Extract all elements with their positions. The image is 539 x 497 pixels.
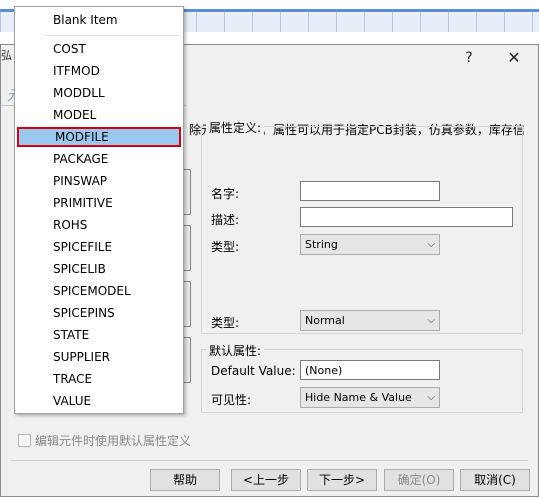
menu-separator: [45, 35, 179, 36]
checkbox-label: 编辑元件时使用默认属性定义: [35, 434, 192, 448]
next-button[interactable]: 下一步>: [307, 469, 377, 491]
menu-item-model[interactable]: MODEL: [17, 105, 181, 125]
menu-item-spicepins[interactable]: SPICEPINS: [17, 303, 181, 323]
menu-item-itfmod[interactable]: ITFMOD: [17, 61, 181, 81]
help-button[interactable]: 帮助: [150, 469, 220, 491]
menu-item-spicelib[interactable]: SPICELIB: [17, 259, 181, 279]
default-value-label: Default Value:: [211, 364, 296, 378]
menu-item-pinswap[interactable]: PINSWAP: [17, 171, 181, 191]
description-input[interactable]: [300, 207, 513, 227]
dialog-title-edge: 弘: [1, 49, 12, 62]
checkbox-box: [18, 434, 31, 447]
ok-button: 确定(O): [384, 469, 454, 491]
menu-item-spicemodel[interactable]: SPICEMODEL: [17, 281, 181, 301]
visibility-combo[interactable]: Hide Name & Value ⌵: [300, 387, 440, 408]
menu-item-cost[interactable]: COST: [17, 39, 181, 59]
button-divider: [11, 460, 528, 461]
left-list-button-3[interactable]: [183, 281, 191, 327]
visibility-combo-value: Hide Name & Value: [305, 391, 412, 404]
visibility-label: 可见性:: [211, 393, 252, 407]
description-label: 描述:: [211, 213, 240, 227]
menu-item-state[interactable]: STATE: [17, 325, 181, 345]
menu-item-primitive[interactable]: PRIMITIVE: [17, 193, 181, 213]
menu-item-value[interactable]: VALUE: [17, 391, 181, 411]
type-combo-value: String: [305, 238, 338, 251]
menu-item-package[interactable]: PACKAGE: [17, 149, 181, 169]
type2-combo-value: Normal: [305, 314, 345, 327]
menu-item-trace[interactable]: TRACE: [17, 369, 181, 389]
cancel-button[interactable]: 取消(C): [460, 469, 530, 491]
chevron-down-icon: ⌵: [427, 315, 435, 326]
left-list-button-2[interactable]: [183, 225, 191, 271]
name-input[interactable]: [300, 181, 440, 201]
menu-item-spicefile[interactable]: SPICEFILE: [17, 237, 181, 257]
chevron-down-icon: ⌵: [427, 239, 435, 250]
close-icon[interactable]: ✕: [494, 47, 534, 69]
attribute-definition-title: 属性定义:: [206, 119, 265, 136]
type2-label: 类型:: [211, 316, 240, 330]
attribute-definition-group: 属性定义:: [201, 119, 523, 334]
use-default-definition-checkbox[interactable]: 编辑元件时使用默认属性定义: [18, 432, 191, 449]
default-attribute-title: 默认属性:: [206, 342, 265, 359]
menu-item-modfile[interactable]: MODFILE: [17, 127, 181, 147]
menu-item-rohs[interactable]: ROHS: [17, 215, 181, 235]
menu-item-blank[interactable]: Blank Item: [17, 10, 181, 30]
type-label: 类型:: [211, 240, 240, 254]
help-title-button[interactable]: ?: [449, 47, 489, 69]
back-button[interactable]: <上一步: [231, 469, 301, 491]
default-value-input[interactable]: [300, 360, 440, 380]
menu-item-supplier[interactable]: SUPPLIER: [17, 347, 181, 367]
type-combo[interactable]: String ⌵: [300, 234, 440, 255]
left-list-button-4[interactable]: [183, 337, 191, 383]
menu-item-moddll[interactable]: MODDLL: [17, 83, 181, 103]
type2-combo[interactable]: Normal ⌵: [300, 310, 440, 331]
chevron-down-icon: ⌵: [427, 392, 435, 403]
left-list-button-1[interactable]: [183, 169, 191, 215]
attribute-name-dropdown[interactable]: Blank Item COST ITFMOD MODDLL MODEL MODFILE P…: [14, 6, 184, 414]
name-label: 名字:: [211, 187, 240, 201]
